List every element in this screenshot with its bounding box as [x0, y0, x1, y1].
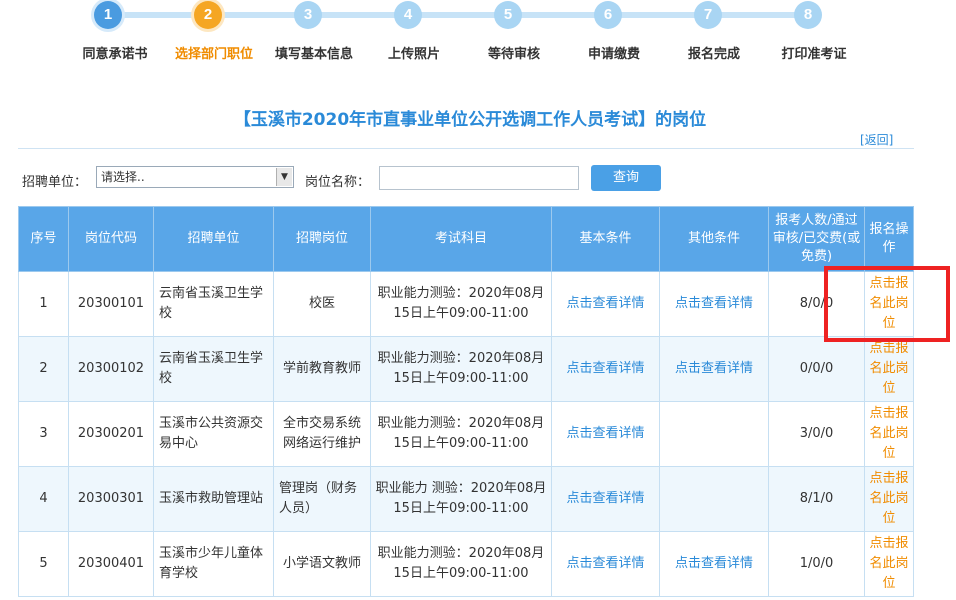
- apply-position-link[interactable]: 点击报名此岗位: [864, 466, 914, 532]
- table-row: 4 20300301 玉溪市救助管理站 管理岗（财务人员） 职业能力 测验：20…: [18, 466, 914, 532]
- header-post: 招聘岗位: [273, 206, 371, 272]
- step-6-circle: 6: [594, 1, 622, 29]
- header-subject: 考试科目: [370, 206, 552, 272]
- unit-filter-label: 招聘单位：: [22, 175, 88, 190]
- back-link[interactable]: [返回]: [860, 131, 893, 148]
- row-subject: 职业能力测验：2020年08月15日上午09:00-11:00: [370, 336, 552, 402]
- step-8-label: 打印准考证: [781, 47, 847, 62]
- basic-conditions-link[interactable]: 点击查看详情: [551, 466, 660, 532]
- header-applicant-count: 报考人数/通过审核/已交费(或免费): [768, 206, 865, 272]
- row-count: 1/0/0: [768, 531, 865, 597]
- position-table-wrapper: 序号 岗位代码 招聘单位 招聘岗位 考试科目 基本条件 其他条件 报考人数/通过…: [18, 206, 914, 597]
- row-code: 20300301: [68, 466, 154, 532]
- unit-select[interactable]: 请选择.. ▼: [96, 166, 294, 188]
- row-count: 0/0/0: [768, 336, 865, 402]
- chevron-down-icon[interactable]: ▼: [276, 168, 292, 186]
- row-no: 3: [18, 401, 69, 467]
- step-2-circle: 2: [194, 1, 222, 29]
- row-code: 20300101: [68, 271, 154, 337]
- row-no: 4: [18, 466, 69, 532]
- row-unit: 云南省玉溪卫生学校: [153, 271, 274, 337]
- apply-position-link[interactable]: 点击报名此岗位: [864, 336, 914, 402]
- row-post: 全市交易系统网络运行维护: [273, 401, 371, 467]
- row-subject: 职业能力测验：2020年08月15日上午09:00-11:00: [370, 401, 552, 467]
- basic-conditions-link[interactable]: 点击查看详情: [551, 531, 660, 597]
- position-table: 序号 岗位代码 招聘单位 招聘岗位 考试科目 基本条件 其他条件 报考人数/通过…: [18, 206, 914, 597]
- step-8-circle: 8: [794, 1, 822, 29]
- other-conditions-link[interactable]: 点击查看详情: [659, 336, 769, 402]
- highlight-annotation-box: [824, 266, 950, 342]
- table-row: 2 20300102 云南省玉溪卫生学校 学前教育教师 职业能力测验：2020年…: [18, 336, 914, 402]
- row-unit: 玉溪市少年儿童体育学校: [153, 531, 274, 597]
- query-button[interactable]: 查询: [591, 165, 661, 191]
- other-conditions-link[interactable]: 点击查看详情: [659, 531, 769, 597]
- row-post: 学前教育教师: [273, 336, 371, 402]
- other-conditions-link[interactable]: 点击查看详情: [659, 271, 769, 337]
- progress-steps: 1 同意承诺书 2 选择部门职位 3 填写基本信息 4 上传照片 5 等待审核 …: [0, 0, 956, 70]
- row-subject: 职业能力测验：2020年08月15日上午09:00-11:00: [370, 271, 552, 337]
- basic-conditions-link[interactable]: 点击查看详情: [551, 336, 660, 402]
- table-row: 1 20300101 云南省玉溪卫生学校 校医 职业能力测验：2020年08月1…: [18, 271, 914, 337]
- row-code: 20300201: [68, 401, 154, 467]
- step-3-circle: 3: [294, 1, 322, 29]
- row-post: 小学语文教师: [273, 531, 371, 597]
- row-no: 2: [18, 336, 69, 402]
- row-post: 校医: [273, 271, 371, 337]
- header-other-conditions: 其他条件: [659, 206, 769, 272]
- header-basic-conditions: 基本条件: [551, 206, 660, 272]
- step-7-circle: 7: [694, 1, 722, 29]
- other-conditions-cell: [659, 401, 769, 467]
- table-header-row: 序号 岗位代码 招聘单位 招聘岗位 考试科目 基本条件 其他条件 报考人数/通过…: [18, 206, 914, 272]
- row-code: 20300102: [68, 336, 154, 402]
- apply-position-link[interactable]: 点击报名此岗位: [864, 531, 914, 597]
- row-subject: 职业能力 测验：2020年08月15日上午09:00-11:00: [370, 466, 552, 532]
- row-code: 20300401: [68, 531, 154, 597]
- title-divider: [18, 148, 914, 149]
- step-4-circle: 4: [394, 1, 422, 29]
- position-filter-label: 岗位名称：: [305, 175, 371, 190]
- row-no: 5: [18, 531, 69, 597]
- row-post: 管理岗（财务人员）: [273, 466, 371, 532]
- header-action: 报名操作: [864, 206, 914, 272]
- table-row: 5 20300401 玉溪市少年儿童体育学校 小学语文教师 职业能力测验：202…: [18, 531, 914, 597]
- row-subject: 职业能力测验：2020年08月15日上午09:00-11:00: [370, 531, 552, 597]
- apply-position-link[interactable]: 点击报名此岗位: [864, 401, 914, 467]
- page-title: 【玉溪市2020年市直事业单位公开选调工作人员考试】的岗位: [233, 110, 707, 130]
- header-no: 序号: [18, 206, 69, 272]
- table-row: 3 20300201 玉溪市公共资源交易中心 全市交易系统网络运行维护 职业能力…: [18, 401, 914, 467]
- row-no: 1: [18, 271, 69, 337]
- step-1-circle: 1: [94, 1, 122, 29]
- header-code: 岗位代码: [68, 206, 154, 272]
- row-count: 8/1/0: [768, 466, 865, 532]
- row-unit: 玉溪市公共资源交易中心: [153, 401, 274, 467]
- unit-select-value: 请选择..: [101, 170, 145, 184]
- basic-conditions-link[interactable]: 点击查看详情: [551, 401, 660, 467]
- step-5-circle: 5: [494, 1, 522, 29]
- position-name-input[interactable]: [379, 166, 579, 190]
- row-count: 3/0/0: [768, 401, 865, 467]
- header-unit: 招聘单位: [153, 206, 274, 272]
- row-unit: 云南省玉溪卫生学校: [153, 336, 274, 402]
- row-unit: 玉溪市救助管理站: [153, 466, 274, 532]
- other-conditions-cell: [659, 466, 769, 532]
- basic-conditions-link[interactable]: 点击查看详情: [551, 271, 660, 337]
